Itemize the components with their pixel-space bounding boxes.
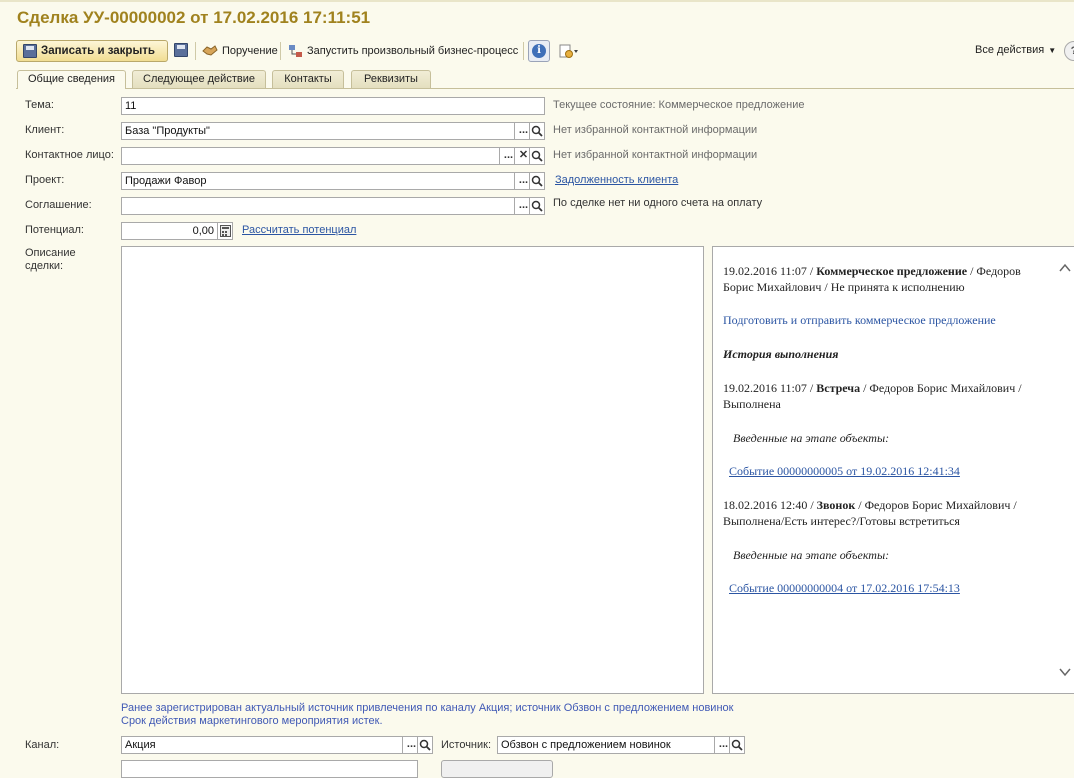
scroll-up-icon[interactable]: [1059, 263, 1071, 273]
document-menu-icon: [559, 44, 578, 58]
toolbar-separator: [523, 42, 524, 60]
contact-person-input[interactable]: [121, 147, 500, 165]
contact-search-icon[interactable]: [529, 147, 545, 165]
calculate-potential-link[interactable]: Рассчитать потенциал: [242, 224, 356, 236]
history-call: 18.02.2016 12:40 / Звонок / Федоров Бори…: [723, 497, 1053, 529]
contact-select-button[interactable]: ...: [499, 147, 515, 165]
save-button[interactable]: [174, 43, 188, 57]
client-contact-info: Нет избранной контактной информации: [553, 124, 758, 136]
tab-contacts[interactable]: Контакты: [272, 70, 344, 88]
save-close-label: Записать и закрыть: [41, 45, 155, 57]
client-debt-link[interactable]: Задолженность клиента: [555, 174, 678, 186]
channel-search-icon[interactable]: [417, 736, 433, 754]
history-title: История выполнения: [723, 347, 839, 361]
tab-strip-line: [16, 88, 1074, 89]
potential-input[interactable]: 0,00: [121, 222, 218, 240]
project-input[interactable]: Продажи Фавор: [121, 172, 515, 190]
toolbar-separator: [280, 42, 281, 60]
reports-menu-button[interactable]: [559, 44, 579, 58]
item1-stage: Коммерческое предложение: [816, 264, 968, 278]
tab-general[interactable]: Общие сведения: [17, 70, 126, 89]
expired-message: Срок действия маркетингового мероприятия…: [121, 715, 383, 727]
all-actions-label: Все действия: [975, 44, 1045, 56]
item1-date: 19.02.2016 11:07 /: [723, 264, 814, 278]
channel-input[interactable]: Акция: [121, 736, 403, 754]
assignment-label: Поручение: [222, 44, 278, 57]
event-link-2[interactable]: Событие 00000000004 от 17.02.2016 17:54:…: [729, 580, 1059, 596]
objects-label-2: Введенные на этапе объекты:: [733, 548, 890, 562]
client-select-button[interactable]: ...: [514, 122, 530, 140]
client-input[interactable]: База "Продукты": [121, 122, 515, 140]
process-icon: [289, 45, 302, 57]
toolbar-separator: [195, 42, 196, 60]
project-label: Проект:: [25, 174, 65, 186]
scroll-down-icon[interactable]: [1059, 667, 1071, 677]
channel-select-button[interactable]: ...: [402, 736, 418, 754]
window-title: Сделка УУ-00000002 от 17.02.2016 17:11:5…: [17, 8, 371, 27]
current-state-text: Текущее состояние: Коммерческое предложе…: [553, 99, 805, 111]
save-and-close-button[interactable]: Записать и закрыть: [16, 40, 168, 62]
project-search-icon[interactable]: [529, 172, 545, 190]
event-link-1[interactable]: Событие 00000000005 от 19.02.2016 12:41:…: [729, 463, 1059, 479]
channel-label: Канал:: [25, 739, 60, 751]
history-current-stage: 19.02.2016 11:07 / Коммерческое предложе…: [723, 263, 1053, 295]
topic-input[interactable]: 11: [121, 97, 545, 115]
start-business-process-button[interactable]: Запустить произвольный бизнес-процесс: [288, 44, 518, 58]
item3-date: 18.02.2016 12:40 /: [723, 498, 814, 512]
source-search-icon[interactable]: [729, 736, 745, 754]
all-actions-button[interactable]: Все действия ▼: [975, 44, 1056, 56]
client-search-icon[interactable]: [529, 122, 545, 140]
agreement-select-button[interactable]: ...: [514, 197, 530, 215]
next-row-button[interactable]: [441, 760, 553, 778]
info-button[interactable]: i: [528, 40, 550, 62]
description-label: Описание сделки:: [25, 247, 76, 272]
agreement-search-icon[interactable]: [529, 197, 545, 215]
floppy-icon: [174, 43, 188, 57]
contact-person-label: Контактное лицо:: [25, 149, 114, 161]
history-meeting: 19.02.2016 11:07 / Встреча / Федоров Бор…: [723, 380, 1053, 412]
potential-label: Потенциал:: [25, 224, 84, 236]
topic-label: Тема:: [25, 99, 54, 111]
tab-details[interactable]: Реквизиты: [351, 70, 431, 88]
objects-label-1: Введенные на этапе объекты:: [733, 431, 890, 445]
bp-label: Запустить произвольный бизнес-процесс: [307, 45, 519, 57]
source-label: Источник:: [441, 739, 492, 751]
source-message: Ранее зарегистрирован актуальный источни…: [121, 702, 734, 714]
clear-icon[interactable]: ✕: [514, 147, 530, 165]
source-select-button[interactable]: ...: [714, 736, 730, 754]
help-button[interactable]: ?: [1064, 41, 1074, 61]
item3-stage: Звонок: [816, 498, 856, 512]
top-border: [0, 0, 1074, 2]
history-panel[interactable]: 19.02.2016 11:07 / Коммерческое предложе…: [712, 246, 1074, 694]
item2-date: 19.02.2016 11:07 /: [723, 381, 814, 395]
item2-stage: Встреча: [816, 381, 861, 395]
info-icon: i: [532, 44, 546, 58]
assignment-button[interactable]: Поручение: [202, 44, 278, 57]
help-label: ?: [1071, 45, 1074, 57]
project-select-button[interactable]: ...: [514, 172, 530, 190]
tab-next-action[interactable]: Следующее действие: [132, 70, 266, 88]
next-row-input[interactable]: [121, 760, 418, 778]
no-invoice-text: По сделке нет ни одного счета на оплату: [553, 197, 763, 209]
calculator-icon[interactable]: [217, 222, 233, 240]
handshake-icon: [202, 45, 218, 56]
source-input[interactable]: Обзвон с предложением новинок: [497, 736, 715, 754]
chevron-down-icon: ▼: [1048, 45, 1057, 55]
agreement-label: Соглашение:: [25, 199, 92, 211]
save-close-icon: [23, 44, 37, 58]
agreement-input[interactable]: [121, 197, 515, 215]
client-label: Клиент:: [25, 124, 65, 136]
description-textarea[interactable]: [121, 246, 704, 694]
person-contact-info: Нет избранной контактной информации: [553, 149, 758, 161]
prepare-offer-link[interactable]: Подготовить и отправить коммерческое пре…: [723, 312, 1053, 328]
